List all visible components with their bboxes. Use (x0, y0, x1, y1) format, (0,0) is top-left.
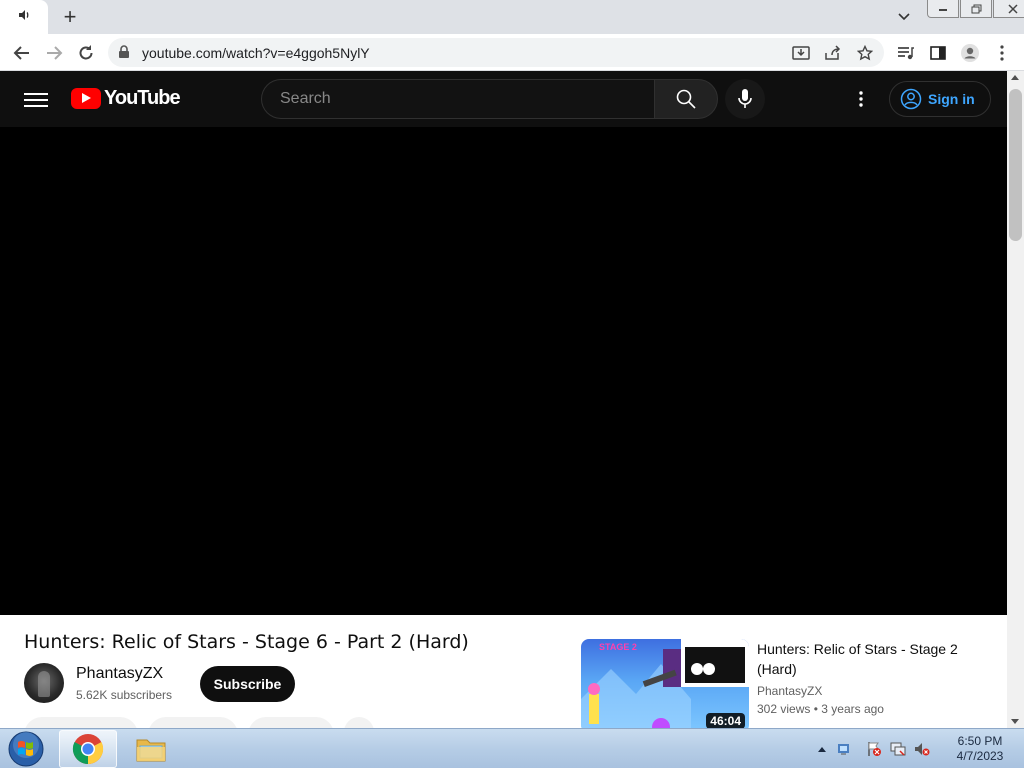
media-control-icon[interactable] (896, 43, 916, 63)
sign-in-button[interactable]: Sign in (889, 81, 991, 117)
search-input[interactable] (278, 89, 638, 109)
network-icon[interactable] (890, 741, 906, 757)
back-arrow-icon[interactable] (10, 41, 34, 65)
taskbar-clock[interactable]: 6:50 PM 4/7/2023 (950, 734, 1010, 764)
tab-search-chevron-icon[interactable] (894, 8, 914, 26)
profile-icon[interactable] (960, 43, 980, 63)
security-warning-flag-icon[interactable] (866, 741, 882, 757)
share-icon[interactable] (824, 44, 842, 62)
youtube-logo[interactable]: YouTube (71, 87, 181, 110)
windows-taskbar: 6:50 PM 4/7/2023 (0, 728, 1024, 768)
reload-icon[interactable] (74, 41, 98, 65)
recommended-channel-name[interactable]: PhantasyZX (757, 684, 822, 698)
subscriber-count: 5.62K subscribers (76, 688, 173, 702)
folder-icon (136, 739, 166, 762)
taskbar-file-explorer[interactable] (122, 730, 180, 768)
subscribe-button[interactable]: Subscribe (200, 666, 295, 702)
upload-age: 3 years ago (821, 702, 884, 716)
browser-toolbar: youtube.com/watch?v=e4ggoh5NylY (0, 34, 1024, 71)
video-thumbnail[interactable]: STAGE 2 46:04 (581, 639, 749, 728)
scrollbar-thumb[interactable] (1009, 89, 1022, 241)
recommended-video[interactable]: STAGE 2 46:04 Hunters: Relic of Stars - … (581, 639, 991, 728)
video-player[interactable] (0, 127, 1007, 615)
youtube-play-logo-icon (71, 88, 101, 109)
scroll-up-arrow-icon[interactable] (1011, 75, 1019, 80)
system-tray: 6:50 PM 4/7/2023 (812, 729, 1024, 769)
address-bar[interactable]: youtube.com/watch?v=e4ggoh5NylY (108, 38, 884, 67)
volume-muted-icon[interactable] (914, 741, 930, 757)
view-count: 302 views (757, 702, 811, 716)
voice-search-button[interactable] (725, 79, 765, 119)
new-tab-button[interactable]: + (58, 4, 82, 29)
chrome-icon (72, 734, 104, 764)
search-button[interactable] (654, 79, 718, 119)
bookmark-star-icon[interactable] (856, 44, 874, 62)
side-panel-icon[interactable] (928, 43, 948, 63)
youtube-page: YouTube Sign in Hunters: Relic of Stars … (0, 71, 1007, 728)
install-app-icon[interactable] (792, 44, 810, 62)
start-button[interactable] (6, 730, 46, 768)
chrome-menu-icon[interactable] (992, 43, 1012, 63)
channel-avatar[interactable] (24, 663, 64, 703)
sign-in-label: Sign in (928, 91, 975, 107)
windows-logo-icon (8, 731, 44, 767)
page-scrollbar[interactable] (1007, 71, 1024, 728)
url-text: youtube.com/watch?v=e4ggoh5NylY (142, 45, 370, 61)
browser-tab-youtube[interactable] (0, 0, 48, 34)
restore-button[interactable] (960, 0, 992, 18)
channel-row: PhantasyZX 5.62K subscribers Subscribe (24, 663, 564, 703)
speaker-audio-icon[interactable] (17, 8, 31, 27)
window-controls (927, 0, 1024, 18)
channel-name[interactable]: PhantasyZX (76, 665, 163, 683)
recommended-video-title[interactable]: Hunters: Relic of Stars - Stage 2 (Hard) (757, 639, 977, 679)
action-center-flag-icon[interactable] (836, 741, 852, 757)
thumbnail-stage-text: STAGE 2 (599, 642, 637, 652)
guide-menu-icon[interactable] (24, 89, 48, 109)
search-icon (676, 89, 696, 109)
lock-icon[interactable] (118, 45, 130, 64)
download-button[interactable] (248, 717, 334, 728)
more-actions-button[interactable] (344, 717, 374, 728)
share-button[interactable] (148, 717, 238, 728)
like-dislike-button[interactable] (24, 717, 138, 728)
show-hidden-icons-icon[interactable] (814, 741, 830, 757)
video-duration: 46:04 (706, 713, 745, 728)
scroll-down-arrow-icon[interactable] (1011, 719, 1019, 724)
microphone-icon (738, 89, 752, 108)
forward-arrow-icon[interactable] (42, 41, 66, 65)
video-title: Hunters: Relic of Stars - Stage 6 - Part… (24, 631, 469, 653)
recommended-video-meta: 302 views • 3 years ago (757, 702, 884, 716)
account-circle-icon (900, 88, 922, 110)
clock-date: 4/7/2023 (956, 749, 1004, 763)
settings-more-icon[interactable] (849, 87, 873, 111)
taskbar-chrome[interactable] (59, 730, 117, 768)
tab-strip: + (0, 0, 1024, 34)
youtube-header: YouTube Sign in (0, 71, 1007, 127)
search-box (261, 79, 655, 119)
close-window-button[interactable] (993, 0, 1024, 18)
minimize-button[interactable] (927, 0, 959, 18)
clock-time: 6:50 PM (957, 734, 1003, 748)
youtube-logo-text: YouTube (104, 87, 181, 109)
